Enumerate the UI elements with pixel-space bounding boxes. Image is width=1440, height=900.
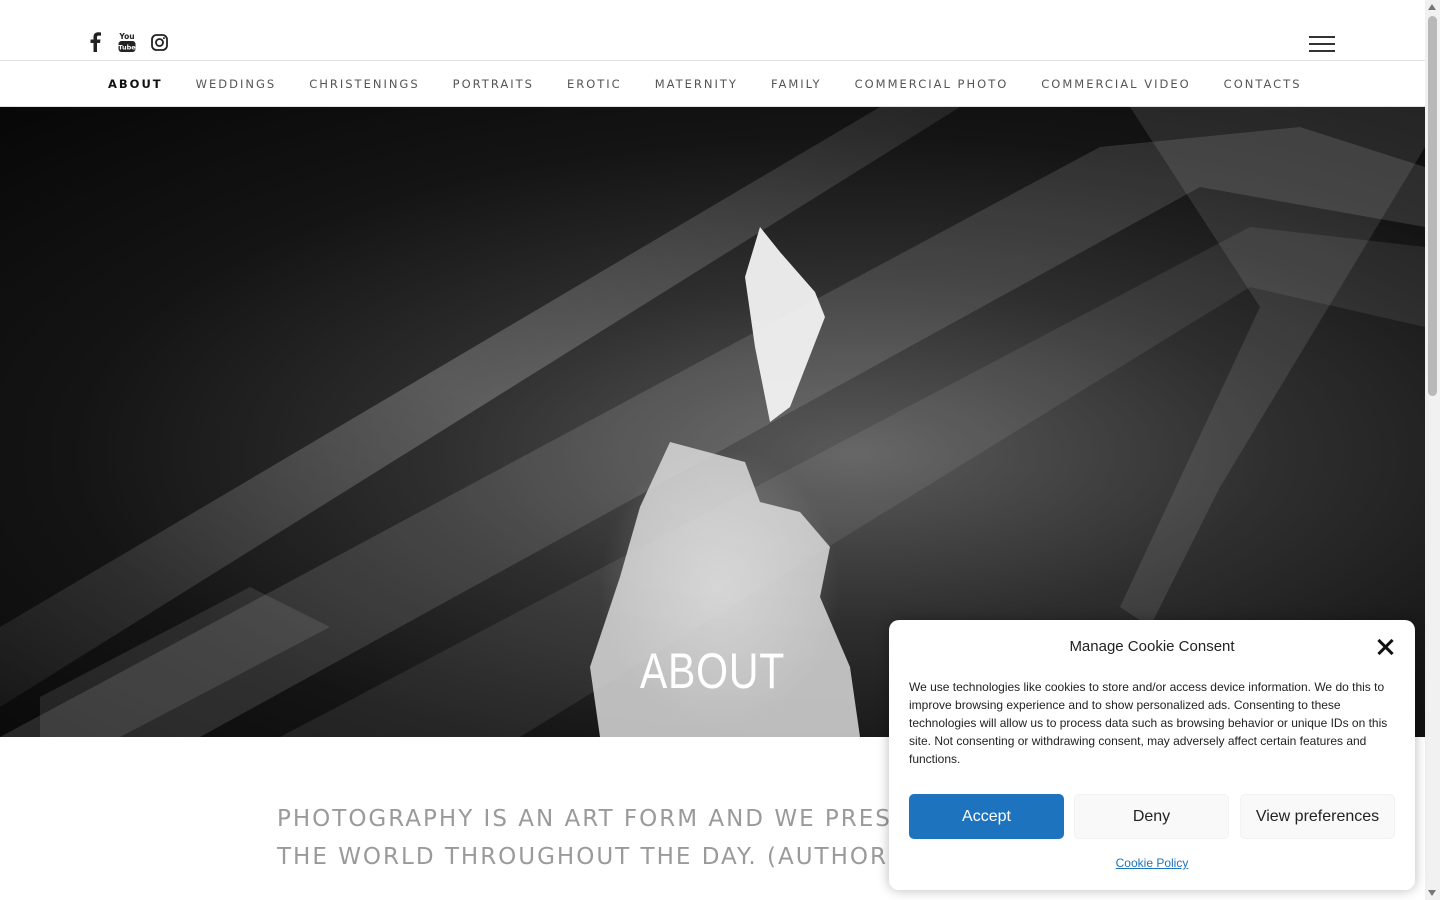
svg-text:You: You — [118, 32, 134, 41]
social-links: You Tube — [84, 30, 170, 54]
nav-item-christenings[interactable]: CHRISTENINGS — [309, 77, 419, 91]
nav-item-maternity[interactable]: MATERNITY — [655, 77, 738, 91]
accept-button[interactable]: Accept — [909, 794, 1064, 839]
svg-text:Tube: Tube — [118, 44, 136, 52]
facebook-icon[interactable] — [84, 30, 106, 54]
nav-item-portraits[interactable]: PORTRAITS — [453, 77, 534, 91]
main-navigation: ABOUT WEDDINGS CHRISTENINGS PORTRAITS ER… — [0, 60, 1425, 107]
youtube-icon[interactable]: You Tube — [116, 30, 138, 54]
cookie-dialog-text: We use technologies like cookies to stor… — [909, 680, 1388, 766]
hamburger-menu-icon[interactable] — [1309, 36, 1335, 52]
close-icon[interactable] — [1376, 638, 1394, 656]
cookie-policy-link[interactable]: Cookie Policy — [889, 856, 1415, 870]
top-bar: You Tube — [0, 0, 1425, 60]
deny-button[interactable]: Deny — [1074, 794, 1229, 839]
scroll-down-arrow-icon[interactable] — [1428, 890, 1436, 896]
page-scrollbar[interactable] — [1425, 0, 1440, 900]
nav-item-erotic[interactable]: EROTIC — [567, 77, 622, 91]
cookie-consent-dialog: Manage Cookie Consent We use technologie… — [889, 620, 1415, 890]
nav-item-commercial-photo[interactable]: COMMERCIAL PHOTO — [855, 77, 1009, 91]
scrollbar-thumb[interactable] — [1428, 16, 1437, 396]
nav-item-weddings[interactable]: WEDDINGS — [196, 77, 277, 91]
nav-item-commercial-video[interactable]: COMMERCIAL VIDEO — [1041, 77, 1190, 91]
hamburger-line — [1309, 50, 1335, 52]
nav-item-about[interactable]: ABOUT — [108, 77, 163, 91]
view-preferences-button[interactable]: View preferences — [1240, 794, 1395, 839]
hamburger-line — [1309, 43, 1335, 45]
instagram-icon[interactable] — [148, 30, 170, 54]
nav-item-contacts[interactable]: CONTACTS — [1224, 77, 1302, 91]
cookie-dialog-title: Manage Cookie Consent — [1069, 638, 1235, 655]
nav-item-family[interactable]: FAMILY — [771, 77, 822, 91]
scroll-up-arrow-icon[interactable] — [1428, 4, 1436, 10]
hamburger-line — [1309, 36, 1335, 38]
